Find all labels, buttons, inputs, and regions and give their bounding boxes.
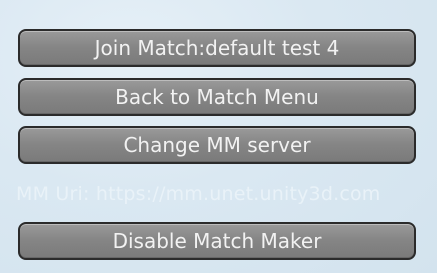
- change-mm-server-label: Change MM server: [123, 133, 311, 157]
- mm-url-label: MM Uri: https://mm.unet.unity3d.com: [16, 183, 381, 205]
- join-match-button[interactable]: Join Match:default test 4: [18, 29, 416, 67]
- join-match-label: Join Match:default test 4: [94, 36, 340, 60]
- change-mm-server-button[interactable]: Change MM server: [18, 126, 416, 164]
- back-to-match-menu-button[interactable]: Back to Match Menu: [18, 78, 416, 116]
- match-maker-menu: Join Match:default test 4 Back to Match …: [0, 0, 437, 273]
- back-to-match-menu-label: Back to Match Menu: [115, 85, 319, 109]
- disable-match-maker-button[interactable]: Disable Match Maker: [18, 222, 416, 260]
- disable-match-maker-label: Disable Match Maker: [112, 229, 322, 253]
